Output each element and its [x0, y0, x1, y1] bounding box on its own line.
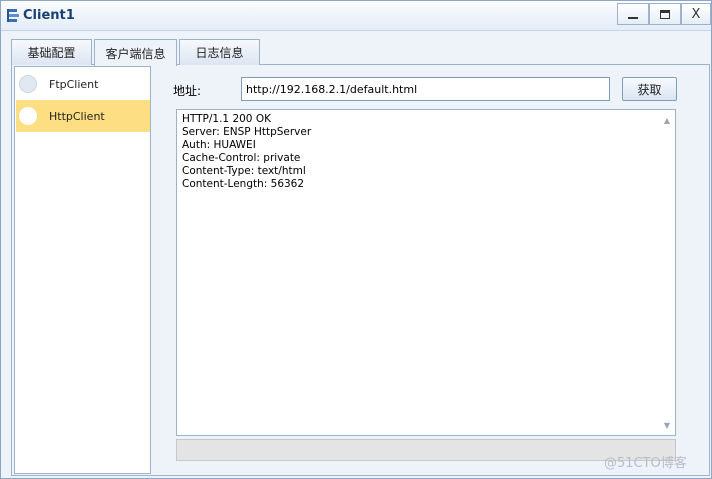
title-bar[interactable]: Client1 X [1, 1, 711, 31]
response-line: Auth: HUAWEI [182, 139, 256, 151]
watermark: @51CTO博客 [604, 456, 687, 471]
ftp-client-icon [19, 75, 37, 93]
response-line: HTTP/1.1 200 OK [182, 113, 271, 125]
client-item-ftp[interactable]: FtpClient [16, 68, 150, 100]
scroll-up-icon[interactable]: ▲ [659, 112, 675, 128]
maximize-icon [660, 9, 670, 19]
response-line: Cache-Control: private [182, 152, 301, 164]
http-client-icon [19, 107, 37, 125]
address-label: 地址: [173, 84, 202, 98]
client-item-label: FtpClient [49, 77, 99, 91]
response-line: Server: ENSP HttpServer [182, 126, 312, 138]
response-textarea[interactable]: HTTP/1.1 200 OK Server: ENSP HttpServer … [176, 109, 676, 436]
progress-bar [176, 439, 676, 461]
window-title: Client1 [23, 8, 75, 23]
response-text: HTTP/1.1 200 OK Server: ENSP HttpServer … [182, 113, 311, 191]
client-item-http[interactable]: HttpClient [16, 100, 150, 132]
close-icon: X [691, 6, 701, 22]
fetch-button[interactable]: 获取 [622, 77, 677, 101]
minimize-icon [628, 17, 638, 19]
vertical-scrollbar[interactable]: ▲ ▼ [659, 110, 675, 435]
client-window: Client1 X 基础配置 客户端信息 日志信息 FtpClient Http… [0, 0, 712, 479]
minimize-button[interactable] [617, 3, 649, 25]
maximize-button[interactable] [649, 3, 681, 25]
tab-log-info[interactable]: 日志信息 [179, 39, 260, 65]
client-list: FtpClient HttpClient [14, 66, 151, 474]
tab-client-info[interactable]: 客户端信息 [94, 39, 177, 66]
close-button[interactable]: X [681, 3, 711, 25]
address-input[interactable] [241, 77, 610, 101]
response-line: Content-Type: text/html [182, 165, 306, 177]
scroll-down-icon[interactable]: ▼ [659, 417, 675, 433]
app-icon [7, 9, 19, 22]
response-line: Content-Length: 56362 [182, 178, 305, 190]
client-item-label: HttpClient [49, 109, 105, 123]
tab-basic-config[interactable]: 基础配置 [11, 39, 92, 65]
